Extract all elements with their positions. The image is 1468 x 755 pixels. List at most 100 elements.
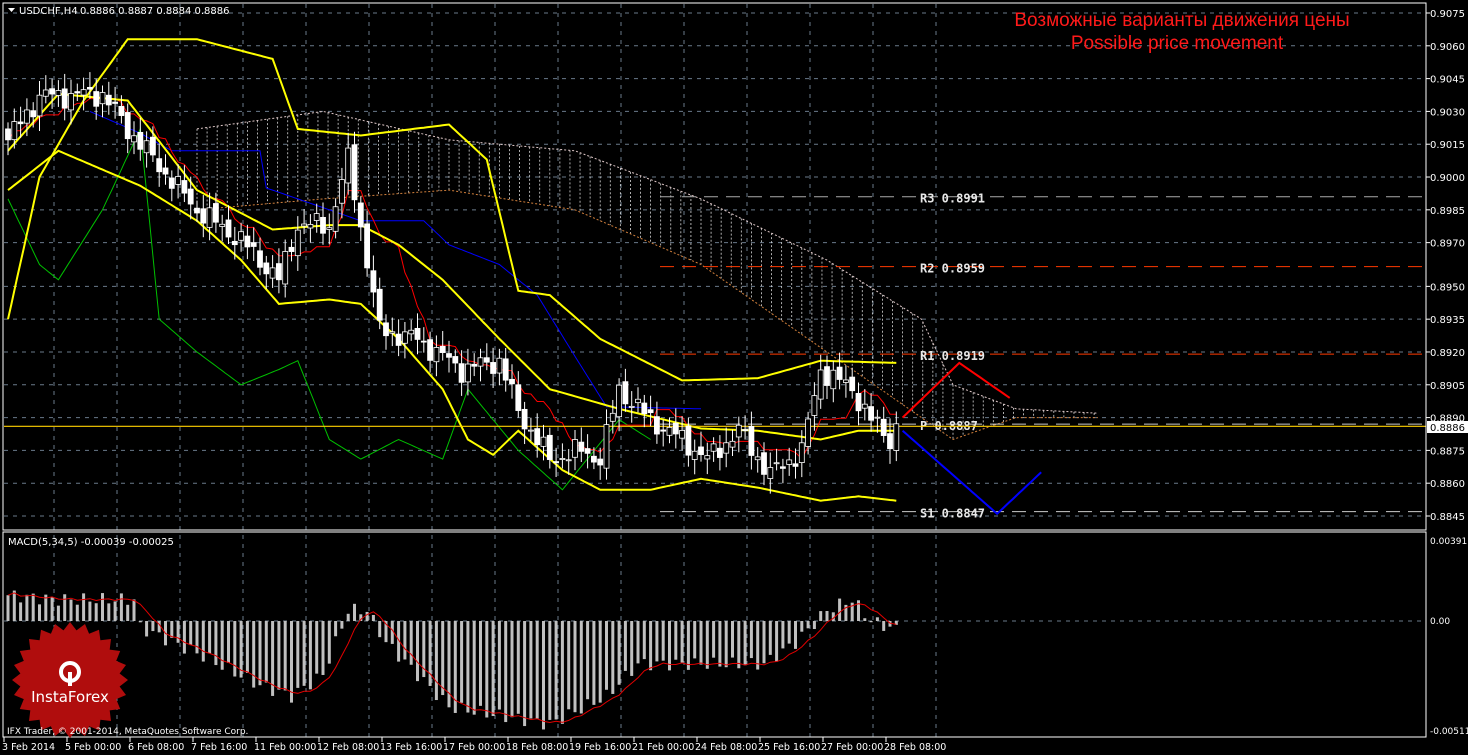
macd-bar <box>371 614 375 621</box>
candle-bear <box>622 381 629 405</box>
macd-bar <box>119 593 123 621</box>
candle-bear <box>446 353 452 358</box>
candle-bull <box>496 357 503 374</box>
time-tick: 18 Feb 08:00 <box>506 742 568 753</box>
candle-bull <box>572 439 578 458</box>
macd-bar <box>516 621 520 714</box>
macd-bar <box>31 593 35 621</box>
ohlc-values: 0.8886 0.8887 0.8884 0.8886 <box>80 6 230 17</box>
candle-bull <box>798 442 805 463</box>
candle-bear <box>200 208 207 224</box>
macd-label: MACD(5,34,5) -0.00039 -0.00025 <box>8 537 174 548</box>
time-tick: 5 Feb 00:00 <box>65 742 121 753</box>
macd-bar <box>233 621 237 677</box>
candle-bear <box>452 356 459 364</box>
candle-bull <box>68 93 74 111</box>
candle-bull <box>464 363 471 383</box>
macd-bar <box>208 621 212 654</box>
macd-bar <box>353 603 356 621</box>
macd-bar <box>674 621 678 660</box>
candle-bear <box>597 458 604 466</box>
macd-bar <box>630 621 634 676</box>
macd-bar <box>334 621 338 637</box>
candle-bull <box>735 424 742 438</box>
macd-bar <box>554 621 558 720</box>
macd-bar <box>258 621 262 686</box>
logo: InstaForex <box>12 622 128 738</box>
candle-bear <box>225 219 232 238</box>
candle-bear <box>471 363 478 367</box>
price-tick: 0.8875 <box>1430 446 1465 457</box>
macd-bar <box>327 621 331 664</box>
candle-bull <box>408 329 415 335</box>
time-tick: 19 Feb 16:00 <box>569 742 631 753</box>
macd-bar <box>107 603 111 621</box>
candle-bull <box>23 109 30 124</box>
candle-bear <box>257 250 263 268</box>
macd-bar <box>201 621 205 662</box>
macd-bar <box>195 621 199 654</box>
candle-bull <box>338 179 345 204</box>
candle-bear <box>880 418 887 436</box>
macd-bar <box>523 621 527 727</box>
macd-bar <box>214 621 218 666</box>
candle-bear <box>685 425 692 456</box>
macd-bar <box>623 621 627 671</box>
price-tick: 0.9075 <box>1430 9 1465 20</box>
candle-bear <box>483 357 490 363</box>
candle-bull <box>143 140 150 154</box>
candle-bear <box>780 466 786 469</box>
candle-bull <box>616 384 622 418</box>
macd-bar <box>680 621 684 663</box>
candle-bear <box>105 94 112 106</box>
candle-bull <box>817 369 824 400</box>
macd-bar <box>38 604 41 621</box>
macd-bar <box>126 604 130 621</box>
macd-bar <box>428 621 432 686</box>
candle-bear <box>320 216 326 234</box>
candle-bull <box>206 207 213 228</box>
candle-bear <box>275 263 282 281</box>
candle-bull <box>723 442 730 454</box>
candle-bear <box>698 446 704 456</box>
dropdown-arrow-icon[interactable] <box>8 8 15 12</box>
candle-bear <box>584 448 591 454</box>
candle-bear <box>351 144 358 201</box>
candle-bear <box>647 409 654 414</box>
macd-bar <box>56 605 60 621</box>
time-tick: 7 Feb 16:00 <box>191 742 247 753</box>
candle-bear <box>250 242 257 247</box>
candle-bull <box>55 90 62 96</box>
annotation-title-ru: Возможные варианты движения цены <box>1014 10 1349 31</box>
macd-bar <box>598 621 602 703</box>
candle-bull <box>282 251 289 285</box>
macd-bar <box>548 621 552 720</box>
candle-bear <box>849 376 856 392</box>
macd-bar <box>315 621 319 674</box>
macd-bar <box>19 602 23 621</box>
macd-bar <box>661 621 665 661</box>
macd-bar <box>617 621 621 685</box>
candle-bear <box>168 177 175 189</box>
candle-bear <box>427 339 434 361</box>
macd-bar <box>775 621 779 662</box>
candle-bear <box>591 455 597 463</box>
tenkan-line <box>7 98 897 460</box>
kijun-line <box>89 110 701 410</box>
macd-bar <box>863 618 867 621</box>
macd-bar <box>227 621 230 663</box>
macd-bar <box>145 621 149 637</box>
chart-canvas[interactable]: R3 0.8991R2 0.8959R1 0.8919P 0.8887S1 0.… <box>0 0 1468 755</box>
candle-bear <box>74 91 81 94</box>
macd-bar <box>302 621 306 686</box>
macd-bar <box>479 621 482 706</box>
candle-bull <box>301 223 308 227</box>
macd-bar <box>869 621 873 623</box>
candle-bull <box>666 426 673 436</box>
macd-bar <box>346 613 350 621</box>
symbol-label: USDCHF,H4 <box>19 6 78 17</box>
time-tick: 6 Feb 08:00 <box>128 742 184 753</box>
time-tick: 28 Feb 08:00 <box>884 742 946 753</box>
macd-bar <box>94 603 98 621</box>
candle-bear <box>534 428 541 446</box>
